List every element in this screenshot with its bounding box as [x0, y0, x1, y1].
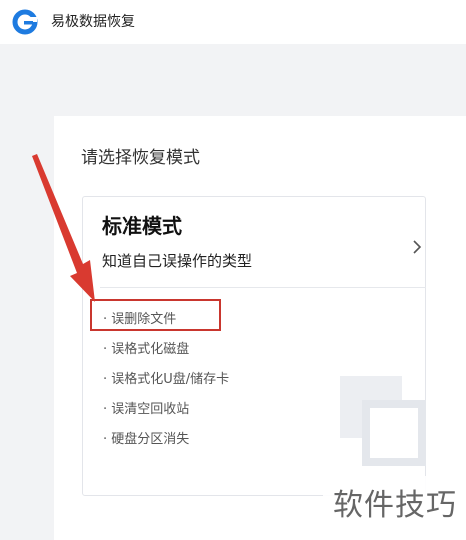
- feature-item-emptied-recycle-bin: · 误清空回收站: [103, 402, 190, 417]
- title-bar: 易极数据恢复: [0, 0, 466, 44]
- app-logo-icon: [12, 9, 38, 35]
- panel-heading: 请选择恢复模式: [81, 148, 200, 168]
- mode-title: 标准模式: [102, 214, 182, 238]
- feature-item-lost-partition: · 硬盘分区消失: [103, 432, 190, 447]
- feature-item-formatted-usb: · 误格式化U盘/储存卡: [103, 372, 230, 387]
- annotation-highlight-box: [90, 299, 221, 331]
- mode-description: 知道自己误操作的类型: [102, 252, 253, 270]
- app-title: 易极数据恢复: [51, 14, 135, 30]
- feature-item-formatted-disk: · 误格式化磁盘: [103, 342, 190, 357]
- watermark-text: 软件技巧: [333, 488, 457, 523]
- chevron-right-icon[interactable]: [410, 238, 424, 256]
- decorative-squares-icon: [340, 376, 426, 466]
- card-divider: [100, 287, 426, 288]
